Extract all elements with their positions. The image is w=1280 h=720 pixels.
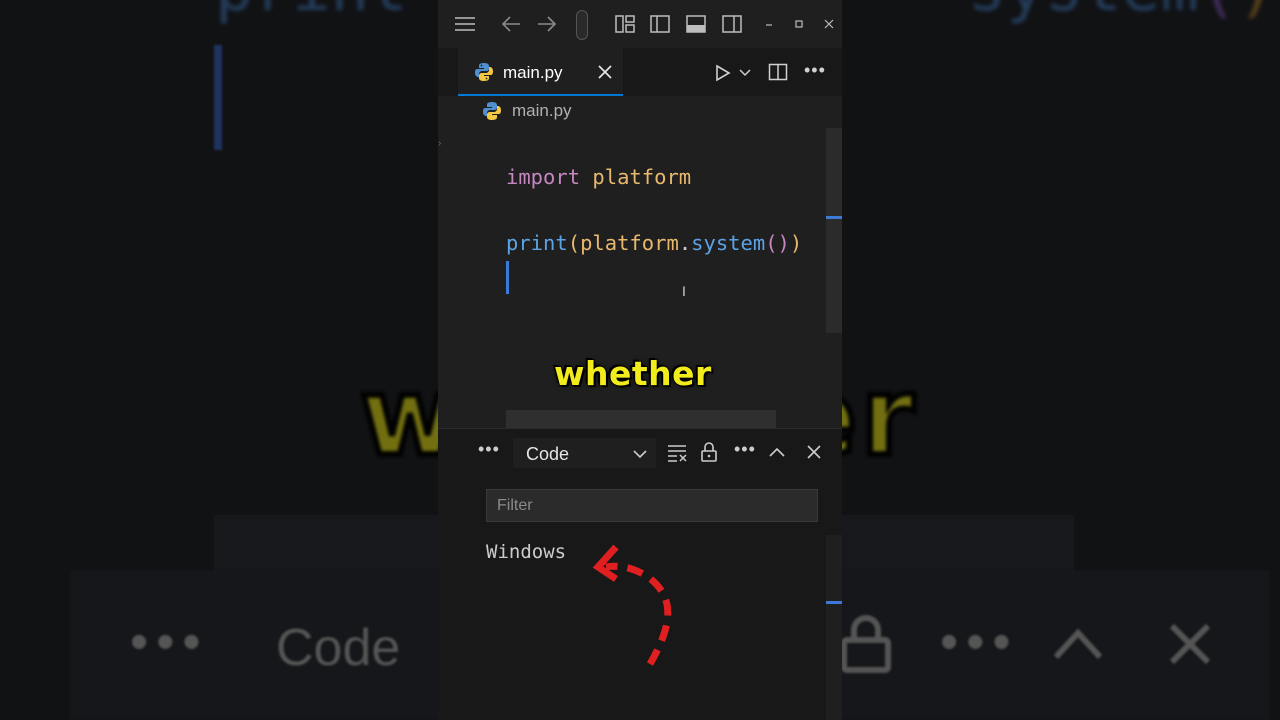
red-dashed-arrow-icon: [592, 544, 672, 666]
fold-arrow-icon[interactable]: ›: [438, 138, 444, 152]
run-dropdown-icon[interactable]: [738, 68, 752, 78]
bg-chevron-up-icon: [1053, 628, 1103, 660]
toggle-sidebar-icon[interactable]: [649, 14, 671, 34]
split-editor-icon[interactable]: [768, 63, 788, 81]
output-text: Windows: [486, 541, 567, 563]
python-icon: [483, 102, 501, 120]
breadcrumb-file: main.py: [512, 101, 572, 120]
bg-close-icon: [1169, 623, 1211, 665]
bg-cursor: [214, 45, 222, 150]
maximize-icon[interactable]: [788, 14, 810, 34]
back-arrow-icon[interactable]: [500, 14, 522, 34]
close-panel-icon[interactable]: [806, 444, 822, 460]
forward-arrow-icon[interactable]: [536, 14, 558, 34]
tab-main-py[interactable]: main.py: [458, 48, 623, 96]
panel-more-actions-icon[interactable]: •••: [734, 439, 756, 460]
code-line-3: print(platform.system()): [506, 231, 803, 255]
output-channel-value: Code: [526, 444, 570, 464]
title-bar: [438, 0, 842, 48]
chevron-down-icon: [633, 450, 647, 459]
scrollbar-cursor-marker: [826, 216, 842, 219]
panel-scrollbar[interactable]: [826, 535, 842, 720]
maximize-panel-icon[interactable]: [768, 445, 786, 459]
toggle-panel-icon[interactable]: [685, 14, 707, 34]
breadcrumb[interactable]: main.py: [482, 101, 572, 121]
clear-output-icon[interactable]: [666, 443, 688, 463]
tab-label: main.py: [503, 63, 563, 82]
output-panel: ••• Code ••• Windows: [438, 428, 842, 720]
mouse-ibeam-icon: I: [682, 283, 686, 299]
menu-icon[interactable]: [454, 14, 476, 34]
output-filter-input[interactable]: [486, 489, 818, 522]
lock-scroll-icon[interactable]: [700, 441, 718, 463]
vscode-window: main.py ••• main.py › import platform pr…: [438, 0, 842, 720]
toggle-secondary-sidebar-icon[interactable]: [721, 14, 743, 34]
tab-bar: main.py •••: [438, 48, 842, 96]
minimize-icon[interactable]: [758, 14, 780, 34]
code-line-1: import platform: [506, 165, 692, 189]
editor-scrollbar[interactable]: [826, 128, 842, 333]
bg-code-label: Code: [276, 619, 401, 677]
python-icon: [475, 63, 493, 81]
bg-more-icon-2: •••: [940, 613, 1019, 671]
bg-lock-icon: [841, 615, 891, 673]
customize-layout-icon[interactable]: [614, 14, 636, 34]
editor-horizontal-scrollbar[interactable]: [506, 410, 776, 428]
text-cursor: [506, 261, 509, 294]
output-channel-select[interactable]: Code: [512, 437, 657, 469]
code-editor[interactable]: › import platform print(platform.system(…: [438, 128, 842, 428]
close-tab-icon[interactable]: [598, 65, 612, 79]
panel-scroll-marker: [826, 601, 842, 604]
video-caption: whether: [553, 353, 712, 394]
close-window-icon[interactable]: [818, 14, 840, 34]
more-actions-icon[interactable]: •••: [804, 60, 826, 81]
bg-more-icon: •••: [130, 613, 209, 671]
panel-more-icon[interactable]: •••: [478, 439, 500, 460]
run-icon[interactable]: [714, 64, 732, 82]
command-center[interactable]: [576, 10, 588, 40]
